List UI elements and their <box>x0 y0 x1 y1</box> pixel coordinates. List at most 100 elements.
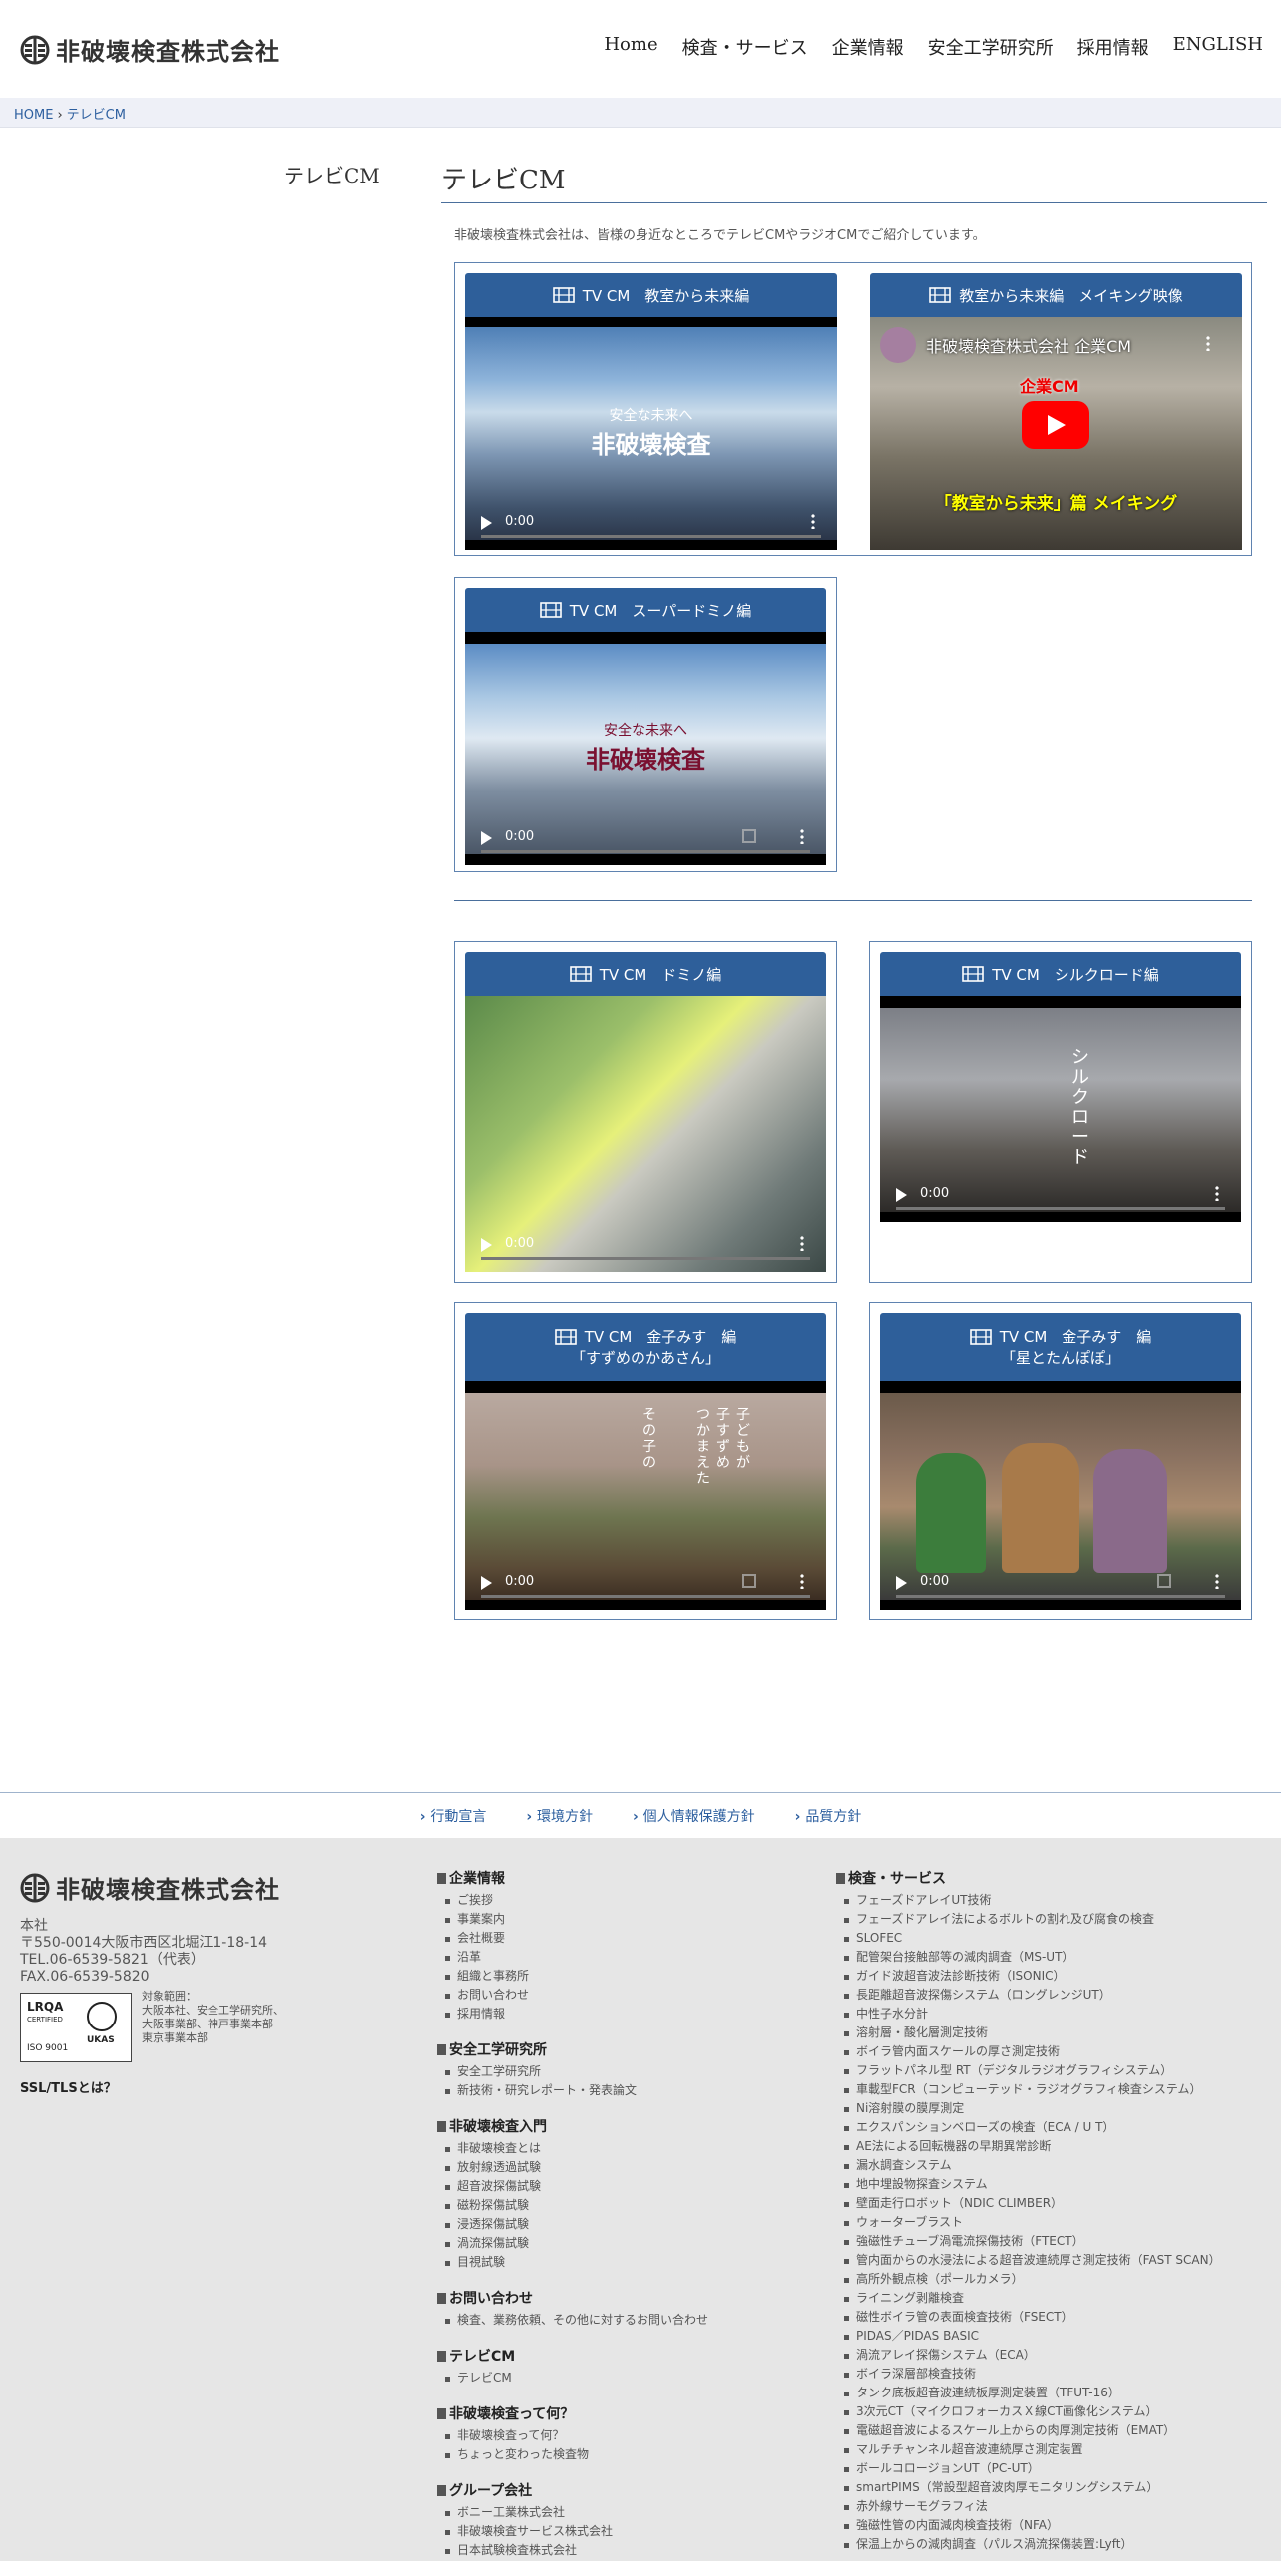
footer-link[interactable]: 3次元CT（マイクロフォーカスＸ線CT画像化システム） <box>836 2402 1221 2421</box>
footer-link[interactable]: フェーズドアレイUT技術 <box>836 1891 1221 1910</box>
ssl-info-link[interactable]: SSL/TLSとは？ <box>20 2077 117 2096</box>
footer-link[interactable]: 検査、業務依頼、その他に対するお問い合わせ <box>437 2311 708 2330</box>
footer-link[interactable]: 浸透探傷試験 <box>437 2215 708 2234</box>
footer-section-heading[interactable]: 非破壊検査って何？ <box>437 2403 708 2423</box>
youtube-play-button[interactable] <box>1022 401 1089 449</box>
footer-section-heading[interactable]: テレビCM <box>437 2346 708 2366</box>
progress-bar[interactable] <box>896 1207 1225 1210</box>
footer-link[interactable]: 磁性ボイラ管の表面検査技術（FSECT） <box>836 2308 1221 2327</box>
footer-link[interactable]: 強磁性管の内面減肉検査技術（NFA） <box>836 2516 1221 2535</box>
link-quality-policy[interactable]: 品質方針 <box>795 1806 861 1826</box>
footer-section-heading[interactable]: 企業情報 <box>437 1868 708 1888</box>
footer-link[interactable]: ボイラ深層部検査技術 <box>836 2365 1221 2384</box>
footer-link[interactable]: 非破壊検査とは <box>437 2139 708 2158</box>
video-player[interactable]: シルクロード 0:00 <box>880 996 1241 1222</box>
footer-link[interactable]: 超音波探傷試験 <box>437 2177 708 2196</box>
play-icon[interactable] <box>481 1576 492 1590</box>
link-environment-policy[interactable]: 環境方針 <box>526 1806 593 1826</box>
nav-recruit[interactable]: 採用情報 <box>1077 34 1149 60</box>
footer-link[interactable]: 中性子水分計 <box>836 2005 1221 2024</box>
footer-link[interactable]: 沿革 <box>437 1948 708 1967</box>
footer-link[interactable]: 磁粉探傷試験 <box>437 2196 708 2215</box>
footer-link[interactable]: 新技術・研究レポート・発表論文 <box>437 2081 708 2100</box>
more-options-icon[interactable] <box>1215 1573 1219 1589</box>
nav-home[interactable]: Home <box>604 34 657 60</box>
footer-link[interactable]: 溶射層・酸化層測定技術 <box>836 2024 1221 2042</box>
footer-link[interactable]: 車載型FCR（コンピューテッド・ラジオグラフィ検査システム） <box>836 2080 1221 2099</box>
footer-section-heading[interactable]: グループ会社 <box>437 2480 708 2500</box>
play-icon[interactable] <box>896 1188 907 1202</box>
footer-section-heading[interactable]: お問い合わせ <box>437 2288 708 2308</box>
footer-link[interactable]: 管内面からの水浸法による超音波連続厚さ測定技術（FAST SCAN） <box>836 2251 1221 2270</box>
footer-section-heading[interactable]: 安全工学研究所 <box>437 2039 708 2059</box>
footer-link[interactable]: 電磁超音波によるスケール上からの肉厚測定技術（EMAT） <box>836 2421 1221 2440</box>
footer-section-heading[interactable]: 検査・サービス <box>836 1868 1221 1888</box>
footer-link[interactable]: 非破壊検査サービス株式会社 <box>437 2522 708 2541</box>
fullscreen-icon[interactable] <box>742 1574 756 1588</box>
footer-link[interactable]: テレビCM <box>437 2369 708 2388</box>
footer-link[interactable]: ちょっと変わった検査物 <box>437 2445 708 2464</box>
footer-link[interactable]: 日本試験検査株式会社 <box>437 2541 708 2560</box>
footer-link[interactable]: フェーズドアレイ法によるボルトの割れ及び腐食の検査 <box>836 1910 1221 1929</box>
footer-link[interactable]: PIDAS／PIDAS BASIC <box>836 2327 1221 2346</box>
footer-link[interactable]: ボールコロージョンUT（PC-UT） <box>836 2459 1221 2478</box>
video-player[interactable]: 安全な未来へ 非破壊検査 0:00 <box>465 317 837 550</box>
footer-link[interactable]: マルチチャンネル超音波連続厚さ測定装置 <box>836 2440 1221 2459</box>
more-options-icon[interactable] <box>800 1235 804 1251</box>
footer-link[interactable]: 壁面走行ロボット（NDIC CLIMBER） <box>836 2194 1221 2213</box>
play-icon[interactable] <box>481 831 492 845</box>
video-player[interactable]: 0:00 <box>880 1381 1241 1610</box>
footer-link[interactable]: 非破壊検査って何？ <box>437 2426 708 2445</box>
footer-link[interactable]: 組織と事務所 <box>437 1967 708 1986</box>
footer-link[interactable]: 漏水調査システム <box>836 2156 1221 2175</box>
footer-link[interactable]: お問い合わせ <box>437 1986 708 2005</box>
more-options-icon[interactable] <box>800 1573 804 1589</box>
breadcrumb-current[interactable]: テレビCM <box>67 108 126 123</box>
footer-link[interactable]: タンク底板超音波連続板厚測定装置（TFUT-16） <box>836 2384 1221 2402</box>
footer-link[interactable]: 保温上からの減肉調査（パルス渦流探傷装置:Lyft） <box>836 2535 1221 2554</box>
footer-link[interactable]: AE法による回転機器の早期異常診断 <box>836 2137 1221 2156</box>
footer-link[interactable]: ご挨拶 <box>437 1891 708 1910</box>
nav-institute[interactable]: 安全工学研究所 <box>928 34 1054 60</box>
breadcrumb-home[interactable]: HOME <box>14 108 53 123</box>
play-icon[interactable] <box>481 1238 492 1252</box>
footer-link[interactable]: ボイラ管内面スケールの厚さ測定技術 <box>836 2042 1221 2061</box>
more-options-icon[interactable] <box>811 513 815 529</box>
nav-services[interactable]: 検査・サービス <box>682 34 808 60</box>
footer-link[interactable]: ボニー工業株式会社 <box>437 2503 708 2522</box>
video-player[interactable]: 0:00 <box>465 996 826 1272</box>
footer-link[interactable]: 放射線透過試験 <box>437 2158 708 2177</box>
footer-link[interactable]: 採用情報 <box>437 2005 708 2024</box>
nav-company[interactable]: 企業情報 <box>832 34 904 60</box>
footer-logo[interactable]: 非破壊検査株式会社 <box>20 1870 280 1905</box>
footer-link[interactable]: 事業案内 <box>437 1910 708 1929</box>
footer-link[interactable]: ライニング剥離検査 <box>836 2289 1221 2308</box>
progress-bar[interactable] <box>896 1595 1225 1598</box>
more-options-icon[interactable] <box>1206 335 1210 351</box>
footer-link[interactable]: 渦流探傷試験 <box>437 2234 708 2253</box>
progress-bar[interactable] <box>481 1595 810 1598</box>
site-logo[interactable]: 非破壊検査株式会社 <box>20 32 280 67</box>
fullscreen-icon[interactable] <box>1157 1574 1171 1588</box>
progress-bar[interactable] <box>481 535 821 538</box>
footer-link[interactable]: 強磁性チューブ渦電流探傷技術（FTECT） <box>836 2232 1221 2251</box>
video-player[interactable]: 安全な未来へ 非破壊検査 0:00 <box>465 632 826 865</box>
play-icon[interactable] <box>481 516 492 530</box>
footer-link[interactable]: smartPIMS（常設型超音波肉厚モニタリングシステム） <box>836 2478 1221 2497</box>
fullscreen-icon[interactable] <box>742 829 756 843</box>
footer-link[interactable]: 配管架台接触部等の減肉調査（MS-UT） <box>836 1948 1221 1967</box>
youtube-embed[interactable]: 非破壊検査株式会社 企業CM 企業CM 「教室から未来」篇 メイキング <box>870 317 1242 550</box>
footer-link[interactable]: 赤外線サーモグラフィ法 <box>836 2497 1221 2516</box>
footer-link[interactable]: Ni溶射膜の膜厚測定 <box>836 2099 1221 2118</box>
footer-link[interactable]: 安全工学研究所 <box>437 2062 708 2081</box>
progress-bar[interactable] <box>481 1257 810 1260</box>
progress-bar[interactable] <box>481 850 810 853</box>
footer-link[interactable]: 渦流アレイ探傷システム（ECA） <box>836 2346 1221 2365</box>
link-privacy-policy[interactable]: 個人情報保護方針 <box>633 1806 755 1826</box>
footer-link[interactable]: 会社概要 <box>437 1929 708 1948</box>
footer-link[interactable]: ウォーターブラスト <box>836 2213 1221 2232</box>
footer-link[interactable]: エクスパンションベローズの検査（ECA / U T） <box>836 2118 1221 2137</box>
footer-link[interactable]: 長距離超音波探傷システム（ロングレンジUT） <box>836 1986 1221 2005</box>
footer-link[interactable]: 地中埋設物探査システム <box>836 2175 1221 2194</box>
video-player[interactable]: 子どもが 子すずめ つかまえた その子の 0:00 <box>465 1381 826 1610</box>
